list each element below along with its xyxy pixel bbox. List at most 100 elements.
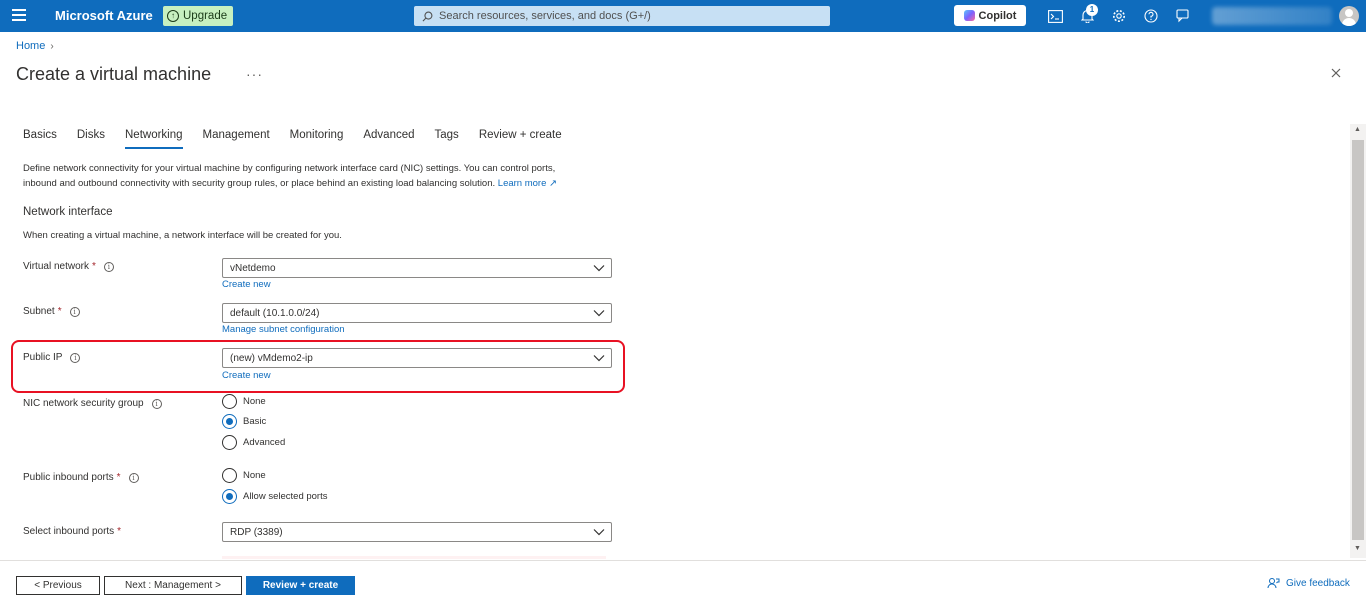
chevron-down-icon bbox=[593, 310, 605, 317]
radio-circle bbox=[222, 468, 237, 483]
give-feedback-link[interactable]: Give feedback bbox=[1267, 577, 1350, 590]
search-icon bbox=[422, 11, 433, 21]
chevron-down-icon bbox=[593, 265, 605, 272]
create-new-vnet-link[interactable]: Create new bbox=[222, 279, 271, 290]
virtual-network-label: Virtual network * i bbox=[23, 261, 114, 272]
copilot-label: Copilot bbox=[978, 9, 1017, 22]
chevron-down-icon bbox=[593, 355, 605, 362]
tab-tags[interactable]: Tags bbox=[435, 129, 459, 149]
tab-disks[interactable]: Disks bbox=[77, 129, 105, 149]
info-icon[interactable]: i bbox=[70, 352, 81, 363]
cloud-shell-icon[interactable] bbox=[1047, 8, 1063, 24]
radio-circle-checked bbox=[222, 414, 237, 429]
required-marker: * bbox=[57, 306, 62, 317]
learn-more-link[interactable]: Learn more ↗ bbox=[498, 178, 557, 189]
warning-banner-edge bbox=[222, 556, 606, 559]
breadcrumb: Home › bbox=[16, 40, 54, 52]
public-ip-label-text: Public IP bbox=[23, 352, 63, 363]
virtual-network-value: vNetdemo bbox=[230, 262, 276, 274]
notification-badge: 1 bbox=[1086, 4, 1098, 16]
required-marker: * bbox=[91, 261, 96, 272]
public-ip-dropdown[interactable]: (new) vMdemo2-ip bbox=[222, 348, 612, 368]
wizard-tabs: Basics Disks Networking Management Monit… bbox=[23, 129, 582, 149]
radio-label: Advanced bbox=[243, 437, 286, 448]
tab-advanced[interactable]: Advanced bbox=[363, 129, 414, 149]
info-icon[interactable]: i bbox=[103, 261, 114, 272]
radio-label: Allow selected ports bbox=[243, 491, 328, 502]
description-line-1: Define network connectivity for your vir… bbox=[23, 163, 556, 174]
upgrade-button[interactable]: ↑ Upgrade bbox=[163, 6, 234, 26]
subnet-value: default (10.1.0.0/24) bbox=[230, 307, 320, 319]
nsg-radio-advanced[interactable]: Advanced bbox=[222, 435, 285, 450]
scrollbar-thumb[interactable] bbox=[1352, 140, 1364, 540]
radio-label: Basic bbox=[243, 416, 267, 427]
radio-circle bbox=[222, 394, 237, 409]
manage-subnet-link[interactable]: Manage subnet configuration bbox=[222, 324, 345, 335]
section-title-network-interface: Network interface bbox=[23, 206, 113, 218]
description-text: inbound and outbound connectivity with s… bbox=[23, 177, 496, 189]
help-icon[interactable] bbox=[1143, 8, 1159, 24]
footer-divider bbox=[0, 560, 1366, 561]
tab-monitoring[interactable]: Monitoring bbox=[290, 129, 344, 149]
inbound-radio-allow-selected[interactable]: Allow selected ports bbox=[222, 489, 327, 504]
learn-more-label: Learn more bbox=[497, 177, 547, 189]
tab-management[interactable]: Management bbox=[203, 129, 270, 149]
create-new-public-ip-link[interactable]: Create new bbox=[222, 370, 271, 381]
scroll-up-arrow-icon[interactable]: ▲ bbox=[1354, 126, 1361, 133]
breadcrumb-home-link[interactable]: Home bbox=[16, 40, 45, 52]
virtual-network-dropdown[interactable]: vNetdemo bbox=[222, 258, 612, 278]
feedback-icon bbox=[1267, 578, 1280, 589]
upgrade-label: Upgrade bbox=[183, 10, 228, 22]
subnet-dropdown[interactable]: default (10.1.0.0/24) bbox=[222, 303, 612, 323]
previous-button[interactable]: < Previous bbox=[16, 576, 100, 595]
give-feedback-label: Give feedback bbox=[1286, 578, 1350, 589]
nsg-radio-none[interactable]: None bbox=[222, 394, 266, 409]
public-ip-label: Public IP i bbox=[23, 352, 81, 363]
inbound-radio-none[interactable]: None bbox=[222, 468, 266, 483]
nsg-radio-basic[interactable]: Basic bbox=[222, 414, 266, 429]
close-icon[interactable] bbox=[1328, 65, 1344, 81]
review-create-button[interactable]: Review + create bbox=[246, 576, 355, 595]
radio-circle-checked bbox=[222, 489, 237, 504]
description-line-2: inbound and outbound connectivity with s… bbox=[23, 177, 623, 192]
chevron-down-icon bbox=[593, 529, 605, 536]
networking-description: Define network connectivity for your vir… bbox=[23, 162, 623, 191]
required-marker: * bbox=[116, 472, 121, 483]
brand-title[interactable]: Microsoft Azure bbox=[55, 8, 153, 23]
more-options-button[interactable]: ··· bbox=[246, 66, 263, 82]
radio-label: None bbox=[243, 470, 266, 481]
copilot-button[interactable]: Copilot bbox=[954, 5, 1026, 26]
search-input[interactable]: Search resources, services, and docs (G+… bbox=[414, 6, 830, 26]
search-placeholder: Search resources, services, and docs (G+… bbox=[439, 10, 651, 22]
info-icon[interactable]: i bbox=[69, 306, 80, 317]
upgrade-icon: ↑ bbox=[167, 10, 179, 22]
chevron-right-icon: › bbox=[50, 40, 54, 52]
select-inbound-ports-value: RDP (3389) bbox=[230, 526, 283, 538]
account-info[interactable] bbox=[1212, 7, 1332, 25]
external-link-icon: ↗ bbox=[549, 177, 557, 189]
public-inbound-ports-label-text: Public inbound ports bbox=[23, 472, 114, 483]
section-description: When creating a virtual machine, a netwo… bbox=[23, 230, 342, 241]
select-inbound-ports-dropdown[interactable]: RDP (3389) bbox=[222, 522, 612, 542]
info-icon[interactable]: i bbox=[151, 398, 162, 409]
nic-nsg-label-text: NIC network security group bbox=[23, 398, 144, 409]
virtual-network-label-text: Virtual network bbox=[23, 261, 89, 272]
avatar[interactable] bbox=[1339, 6, 1359, 26]
tab-review-create[interactable]: Review + create bbox=[479, 129, 562, 149]
scroll-down-arrow-icon[interactable]: ▼ bbox=[1354, 545, 1361, 552]
subnet-label-text: Subnet bbox=[23, 306, 55, 317]
public-inbound-ports-label: Public inbound ports * i bbox=[23, 472, 139, 483]
next-management-button[interactable]: Next : Management > bbox=[104, 576, 242, 595]
public-ip-value: (new) vMdemo2-ip bbox=[230, 352, 313, 364]
tab-networking[interactable]: Networking bbox=[125, 129, 183, 149]
settings-gear-icon[interactable] bbox=[1111, 8, 1127, 24]
radio-circle bbox=[222, 435, 237, 450]
info-icon[interactable]: i bbox=[128, 472, 139, 483]
nic-nsg-label: NIC network security group i bbox=[23, 398, 162, 409]
feedback-person-icon[interactable] bbox=[1175, 8, 1191, 24]
select-inbound-ports-label-text: Select inbound ports bbox=[23, 526, 115, 537]
radio-label: None bbox=[243, 396, 266, 407]
tab-basics[interactable]: Basics bbox=[23, 129, 57, 149]
required-marker: * bbox=[117, 526, 122, 537]
menu-icon[interactable] bbox=[12, 9, 26, 23]
